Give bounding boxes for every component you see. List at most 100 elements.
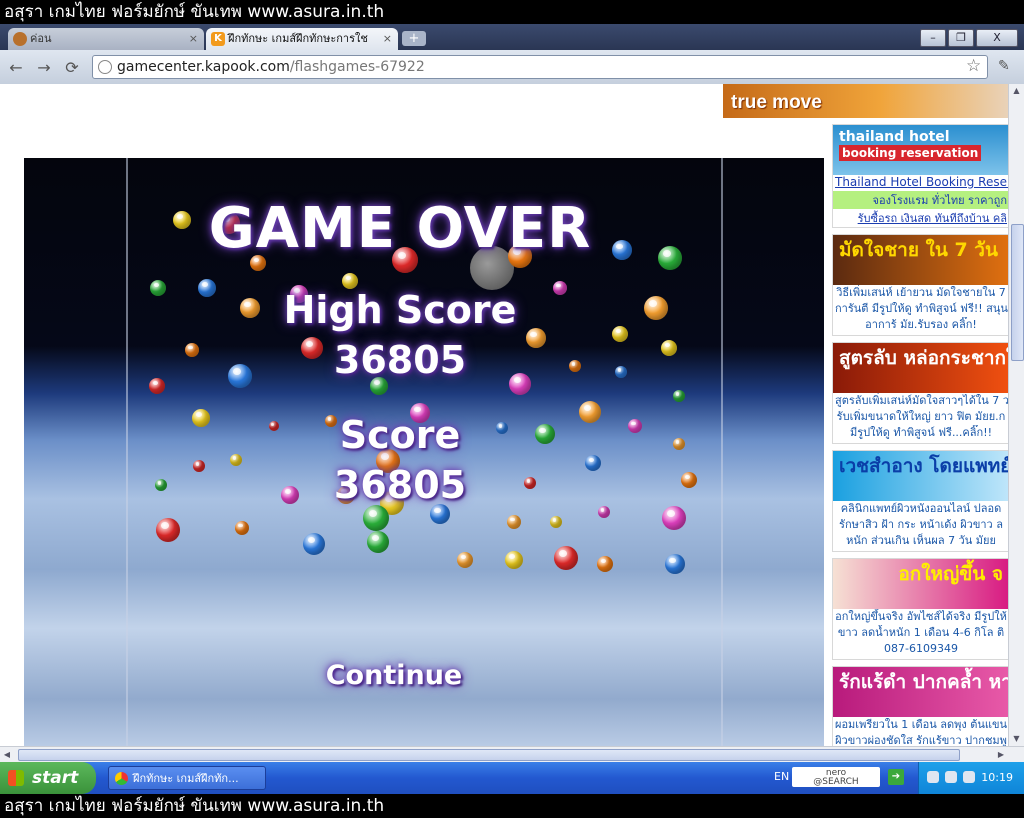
- bubble: [156, 518, 180, 542]
- tab-2-active[interactable]: K ฝึกทักษะ เกมส์ฝึกทักษะการใช ×: [206, 28, 398, 50]
- taskbar-chrome-window[interactable]: ฝึกทักษะ เกมส์ฝึกทัก...: [108, 766, 266, 790]
- ad-caption: มีรูปให้ดู ทำพิสูจน์ ฟรี...คลิ๊ก!!: [849, 426, 993, 439]
- scroll-left-icon[interactable]: ◀: [0, 747, 14, 762]
- hotel-ad[interactable]: thailand hotel booking reservation Thail…: [832, 124, 1008, 228]
- score-label: Score: [339, 413, 461, 457]
- bubble: [457, 552, 473, 568]
- flash-game[interactable]: GAME OVER High Score 36805 Score 36805 C…: [24, 158, 824, 746]
- ad-item[interactable]: เวชสำอาง โดยแพทย์ คลินิกแพทย์ผิวหนังออนไ…: [832, 450, 1008, 552]
- tray-arrow-icon[interactable]: [927, 771, 939, 783]
- hotel-ad-subtitle: booking reservation: [839, 145, 982, 161]
- bubble: [507, 515, 521, 529]
- ad-item[interactable]: อกใหญ่ขึ้น จ อกใหญ่ขึ้นจริง อัพไซส์ได้จร…: [832, 558, 1008, 660]
- bubble: [367, 531, 389, 553]
- high-score-value: 36805: [333, 338, 467, 382]
- tab-1[interactable]: ค่อน ×: [8, 28, 204, 50]
- ad-caption: การันตี มีรูปให้ดู ทำพิสูจน์ ฟรี!! สนุน: [835, 302, 1008, 315]
- tray-app-icon[interactable]: [945, 771, 957, 783]
- scroll-up-icon[interactable]: ▲: [1009, 84, 1024, 98]
- back-button[interactable]: ←: [6, 58, 26, 77]
- tab-favicon-icon: [13, 32, 27, 46]
- windows-flag-icon: [8, 770, 24, 786]
- address-bar[interactable]: gamecenter.kapook.com/flashgames-67922: [92, 55, 988, 79]
- search-go-icon[interactable]: ➔: [888, 769, 904, 785]
- truemove-banner[interactable]: true move: [723, 84, 1008, 118]
- bubble: [554, 546, 578, 570]
- hotel-ad-line2[interactable]: รับซื้อรถ เงินสด ทันทีถึงบ้าน คลิ: [833, 209, 1008, 227]
- windows-taskbar: start ฝึกทักษะ เกมส์ฝึกทัก... EN nero @S…: [0, 762, 1024, 794]
- kapook-favicon-icon: K: [211, 32, 225, 46]
- ad-item[interactable]: รักแร้ดำ ปากคล้ำ หายได้ ผอมเพรียวใน 1 เด…: [832, 666, 1008, 746]
- hotel-ad-title: thailand hotel: [839, 129, 950, 145]
- ad-caption: รักษาสิว ฝ้า กระ หน้าเด้ง ผิวขาว ล: [839, 518, 1003, 531]
- ad-caption: ผอมเพรียวใน 1 เดือน ลดพุง ต้นแขน: [835, 718, 1008, 731]
- clock: 10:19: [981, 771, 1013, 784]
- reload-button[interactable]: ⟳: [62, 58, 82, 77]
- bubble: [665, 554, 685, 574]
- task-label: ฝึกทักษะ เกมส์ฝึกทัก...: [133, 772, 239, 785]
- bubble: [673, 390, 685, 402]
- tab-bar: ค่อน × K ฝึกทักษะ เกมส์ฝึกทักษะการใช ×: [0, 24, 1024, 50]
- horizontal-scroll-thumb[interactable]: [18, 749, 960, 761]
- hotel-ad-line1[interactable]: จองโรงแรม ทั่วไทย ราคาถูก: [833, 191, 1008, 209]
- globe-icon: [98, 60, 112, 74]
- bubble: [598, 506, 610, 518]
- watermark-bottom: อสุรา เกมไทย ฟอร์มยักษ์ ขันเทพ www.asura…: [0, 794, 1024, 818]
- ad-banner: เวชสำอาง โดยแพทย์: [833, 451, 1008, 501]
- bubble: [505, 551, 523, 569]
- minimize-button[interactable]: –: [920, 29, 946, 47]
- system-tray: 10:19: [918, 762, 1024, 794]
- ad-caption: สูตรลับเพิ่มเสน่ห์มัดใจสาวๆได้ใน 7 ว: [835, 394, 1008, 407]
- ad-banner: สูตรลับ หล่อกระชากใจ: [833, 343, 1008, 393]
- restore-button[interactable]: ❐: [948, 29, 974, 47]
- bubble: [342, 273, 358, 289]
- score-value: 36805: [333, 463, 467, 507]
- bubble: [235, 521, 249, 535]
- bubble: [550, 516, 562, 528]
- vertical-scroll-thumb[interactable]: [1011, 224, 1024, 361]
- window-controls: – ❐ X: [918, 26, 1018, 47]
- continue-button[interactable]: Continue: [24, 660, 794, 691]
- ad-caption: หนัก ส่วนเกิน เห็นผล 7 วัน มัยย: [846, 534, 996, 547]
- truemove-logo: true move: [731, 92, 822, 113]
- watermark-top: อสุรา เกมไทย ฟอร์มยักษ์ ขันเทพ www.asura…: [0, 0, 1024, 24]
- ad-banner: อกใหญ่ขึ้น จ: [833, 559, 1008, 609]
- tab-1-close-icon[interactable]: ×: [189, 28, 198, 50]
- ad-banner: มัดใจชาย ใน 7 วัน: [833, 235, 1008, 285]
- ad-caption: รับเพิ่มขนาดให้ใหญ่ ยาว ฟิต มัยย.ก: [836, 410, 1006, 423]
- close-button[interactable]: X: [976, 29, 1018, 47]
- url-path: /flashgames-67922: [289, 59, 425, 75]
- forward-button[interactable]: →: [34, 58, 54, 77]
- hotel-ad-link[interactable]: Thailand Hotel Booking Reservat: [833, 175, 1008, 189]
- horizontal-scrollbar[interactable]: ◀ ▶: [0, 746, 1024, 762]
- language-indicator[interactable]: EN: [774, 770, 789, 783]
- nero-search-box[interactable]: nero @SEARCH: [792, 767, 880, 787]
- scroll-right-icon[interactable]: ▶: [994, 747, 1008, 762]
- tab-1-label: ค่อน: [30, 32, 52, 45]
- bubble: [363, 505, 389, 531]
- ad-caption: วิธีเพิ่มเสน่ห์ เย้ายวน มัดใจชายใน 7: [836, 286, 1006, 299]
- high-score-label: High Score: [283, 288, 517, 332]
- ad-caption: อาการ้ มัย.รับรอง คลิ๊ก!: [865, 318, 977, 331]
- ad-banner: รักแร้ดำ ปากคล้ำ หายได้: [833, 667, 1008, 717]
- new-tab-button[interactable]: +: [402, 31, 426, 46]
- game-over-title: GAME OVER: [208, 196, 592, 261]
- start-label: start: [32, 768, 79, 788]
- scroll-down-icon[interactable]: ▼: [1009, 732, 1024, 746]
- bubble: [303, 533, 325, 555]
- start-button[interactable]: start: [0, 762, 96, 794]
- ad-caption: ผิวขาวผ่องชัดใส รักแร้ขาว ปากชมพู: [835, 734, 1007, 746]
- bookmark-star-icon[interactable]: ☆: [966, 56, 981, 76]
- tab-2-close-icon[interactable]: ×: [383, 28, 392, 50]
- ad-item[interactable]: สูตรลับ หล่อกระชากใจ สูตรลับเพิ่มเสน่ห์ม…: [832, 342, 1008, 444]
- wrench-icon[interactable]: ✎: [998, 58, 1010, 74]
- page-content: true move GAME OVER High Score 36805 Sco…: [0, 84, 1008, 746]
- chrome-icon: [115, 772, 128, 785]
- url-domain: gamecenter.kapook.com: [117, 59, 290, 75]
- vertical-scrollbar[interactable]: ▲ ▼: [1008, 84, 1024, 746]
- bubble: [430, 504, 450, 524]
- tray-printer-icon[interactable]: [963, 771, 975, 783]
- hotel-ad-banner: thailand hotel booking reservation: [833, 125, 1008, 175]
- browser-toolbar: ← → ⟳ gamecenter.kapook.com/flashgames-6…: [0, 50, 1024, 84]
- ad-item[interactable]: มัดใจชาย ใน 7 วัน วิธีเพิ่มเสน่ห์ เย้ายว…: [832, 234, 1008, 336]
